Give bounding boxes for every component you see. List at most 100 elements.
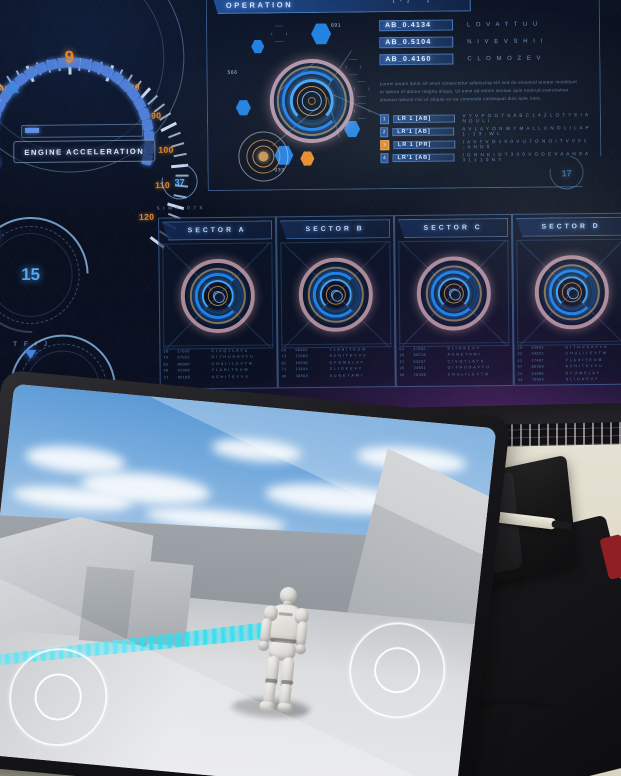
row-code: LR 1 [PR] bbox=[393, 141, 455, 150]
node-hex-active bbox=[300, 151, 314, 166]
operation-status-row: 1 LR 1 [AB] V Y V P O O T S A B C 1 4 2 … bbox=[380, 112, 590, 124]
sector-card-b: SECTOR B 56 98403 Y L A H I T E U M 73 12003… bbox=[276, 215, 396, 389]
node-hex bbox=[251, 39, 264, 53]
operation-code-list: AB_0.4134 L O V A T T U U AB_0.5104 N I … bbox=[379, 18, 590, 71]
sector-title: SECTOR A bbox=[187, 226, 247, 235]
node-hex bbox=[311, 23, 331, 45]
table-cell-code: 70438 bbox=[413, 372, 427, 377]
table-cell-index: 44 bbox=[517, 377, 523, 382]
gauge-pointer-icon bbox=[0, 233, 1, 243]
sector-data-table: 04 47882 S L I O K E V Y 18 80218 A U N E Y A… bbox=[399, 341, 510, 385]
table-cell-code: 38503 bbox=[295, 373, 309, 378]
sector-body bbox=[280, 241, 392, 349]
sector-data-table: 56 98403 Y L A H I T E U M 73 12003 A C H I T… bbox=[281, 343, 392, 386]
sector-header: SECTOR C bbox=[398, 218, 508, 238]
character-foot-left bbox=[259, 700, 276, 712]
table-cell-text: S L I O K E V Y bbox=[565, 377, 598, 382]
node-label: 566 bbox=[227, 69, 238, 76]
node-hex bbox=[236, 100, 251, 116]
sector-header: SECTOR A bbox=[162, 220, 272, 240]
tablet-device bbox=[0, 369, 511, 776]
operation-code-row: AB_0.4134 L O V A T T U U bbox=[379, 18, 589, 31]
row-index: 4 bbox=[380, 153, 388, 163]
mini-gauge-left: 37 S I M A - 0 7 5 bbox=[154, 156, 205, 211]
operation-status-list: 1 LR 1 [AB] V Y V P O O T S A B C 1 4 2 … bbox=[380, 112, 591, 166]
operation-panel: OPERATION [ I ] ' ' ] 691 bbox=[206, 0, 602, 191]
operation-panel-blurb: Lorem ipsum dolor sit amet consectetur a… bbox=[379, 79, 578, 103]
table-row: 90 70438 C H U L I L E V T M bbox=[400, 371, 510, 379]
table-cell-index: 90 bbox=[399, 372, 405, 377]
operation-code-id: AB_0.4160 bbox=[379, 54, 453, 66]
operation-code-id: AB_0.5104 bbox=[379, 37, 453, 49]
gauge-value: 15 bbox=[21, 264, 41, 285]
mini-gauge-value: 37 bbox=[174, 177, 185, 188]
monitor-display: 0102030405060708090100110120 9 ENGINE AC… bbox=[0, 0, 621, 463]
game-character-mannequin bbox=[241, 584, 323, 718]
sub-reactor-graphic bbox=[238, 131, 289, 182]
sector-title: SECTOR C bbox=[423, 224, 483, 232]
table-cell-text: C H U L I L E V T M bbox=[447, 371, 489, 377]
operation-code-desc: C L O M O Z E V bbox=[467, 55, 543, 62]
node-hex-outline bbox=[345, 58, 361, 75]
character-hand-right bbox=[294, 643, 307, 655]
sector-card-c: SECTOR C 04 47882 S L I O K E V Y 18 80218 A … bbox=[394, 213, 514, 388]
sector-card-d: SECTOR D 29 69803 G I T H U O A V Y U 33 340… bbox=[511, 212, 621, 386]
sector-data-table: 18 17033 C I V Q Y L A Y U 74 67022 G I T H U… bbox=[163, 344, 274, 387]
sector-orb-graphic bbox=[416, 256, 492, 331]
node-label: 691 bbox=[330, 22, 342, 29]
sector-body bbox=[398, 239, 510, 348]
row-index: 1 bbox=[380, 114, 389, 124]
reactor-graphic bbox=[269, 59, 354, 144]
engine-acceleration-bar bbox=[21, 123, 144, 139]
sector-header: SECTOR B bbox=[280, 219, 390, 239]
table-cell-code: 06188 bbox=[177, 374, 191, 380]
operation-status-row: 4 LR'1 [AB] I O N N E I O T 3 0 0 V O D … bbox=[380, 151, 590, 163]
row-text: I A V T V O 1 0 0 V U T O N O I T V 0 0 … bbox=[462, 138, 588, 150]
sector-header: SECTOR D bbox=[516, 217, 621, 237]
operation-code-desc: N I V E V S H I I bbox=[467, 38, 545, 45]
operation-code-id: AB_0.4134 bbox=[379, 20, 453, 32]
sector-title: SECTOR B bbox=[305, 225, 365, 234]
sector-orb-graphic bbox=[180, 258, 256, 334]
node-hex-outline bbox=[271, 25, 287, 42]
sector-body bbox=[516, 238, 621, 346]
engine-acceleration-label: ENGINE ACCELERATION bbox=[13, 139, 156, 164]
tablet-screen[interactable] bbox=[0, 383, 497, 776]
sector-orb-graphic bbox=[298, 257, 374, 333]
table-row: 44 70042 S L I O K E V Y bbox=[518, 376, 621, 384]
row-index-active: 3 bbox=[380, 140, 389, 150]
sector-title: SECTOR D bbox=[541, 222, 601, 231]
table-cell-text: A U N E Y A M I bbox=[329, 373, 363, 378]
operation-code-desc: L O V A T T U U bbox=[466, 21, 540, 28]
gauge-pointer-icon bbox=[24, 349, 37, 359]
operation-code-row: AB_0.5104 N I V E V S H I I bbox=[379, 35, 589, 48]
sector-card-a: SECTOR A 18 17033 C I V Q Y L A Y U 74 67022… bbox=[158, 216, 278, 390]
row-code: LR'1 [AB] bbox=[392, 154, 454, 163]
photo-scene: 0102030405060708090100110120 9 ENGINE AC… bbox=[0, 0, 621, 776]
operation-status-row: 2 LR'1 [AB] A V L A Y O N W Y M A L L U … bbox=[380, 125, 590, 137]
row-text: I O N N E I O T 3 0 0 V O D E V A A N S … bbox=[462, 151, 589, 163]
row-text: A V L A Y O N W Y M A L L U N O L I L A … bbox=[462, 125, 590, 137]
node-hex-outline bbox=[354, 80, 370, 97]
row-code: LR'1 [AB] bbox=[392, 128, 454, 137]
table-cell-code: 70042 bbox=[531, 377, 545, 382]
row-index: 2 bbox=[380, 127, 388, 137]
joystick-thumb-icon[interactable] bbox=[32, 671, 85, 723]
sector-orb-graphic bbox=[534, 254, 610, 330]
sector-data-table: 29 69803 G I T H U O A V Y U 33 34021 C H U L… bbox=[517, 340, 621, 384]
joystick-thumb-icon[interactable] bbox=[371, 644, 423, 696]
sector-body bbox=[162, 242, 274, 350]
row-text: V Y V P O O T S A B C 1 4 2 L O T Y E I … bbox=[462, 112, 589, 124]
table-cell-index: 21 bbox=[163, 375, 169, 380]
character-foot-right bbox=[277, 702, 294, 713]
row-code: LR 1 [AB] bbox=[392, 115, 454, 124]
table-cell-text: A C H I T E Y V U bbox=[211, 374, 249, 379]
operation-status-row: 3 LR 1 [PR] I A V T V O 1 0 0 V U T O N … bbox=[380, 138, 590, 150]
mini-gauge-caption: S I M A - 0 7 5 bbox=[156, 205, 204, 211]
table-row: 40 38503 A U N E Y A M I bbox=[282, 372, 392, 380]
table-row: 21 06188 A C H I T E Y V U bbox=[164, 373, 274, 381]
table-cell-index: 40 bbox=[281, 373, 287, 378]
operation-code-row: AB_0.4160 C L O M O Z E V bbox=[379, 52, 589, 65]
speedometer-value: 9 bbox=[64, 47, 75, 67]
engine-acceleration-text: ENGINE ACCELERATION bbox=[24, 146, 145, 157]
